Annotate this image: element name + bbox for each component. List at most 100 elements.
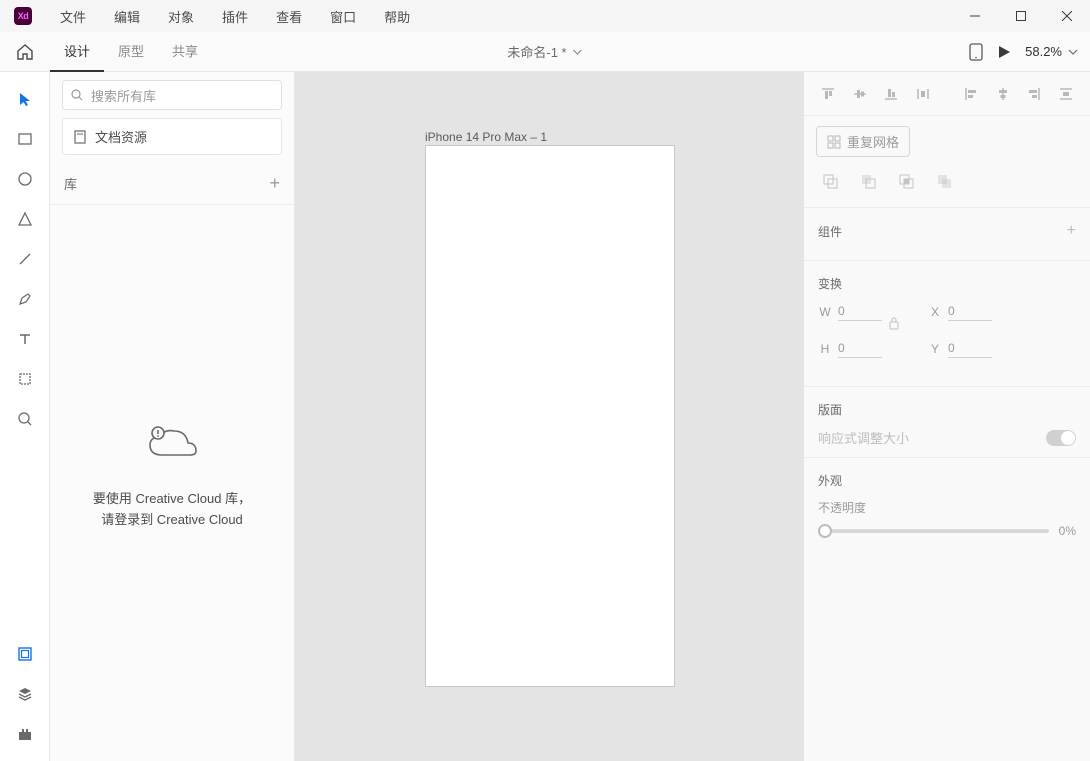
panel-plugins-button[interactable] <box>8 717 42 751</box>
tool-pen[interactable] <box>8 282 42 316</box>
mode-prototype[interactable]: 原型 <box>104 32 158 72</box>
window-controls <box>952 0 1090 32</box>
width-field[interactable]: W0 <box>818 302 882 321</box>
menu-file[interactable]: 文件 <box>46 0 100 32</box>
pen-icon <box>17 291 33 307</box>
tool-zoom[interactable] <box>8 402 42 436</box>
minimize-icon <box>970 11 980 21</box>
close-icon <box>1062 11 1072 21</box>
lock-aspect-button[interactable] <box>888 316 900 330</box>
responsive-label: 响应式调整大小 <box>818 428 909 447</box>
home-button[interactable] <box>0 43 50 61</box>
canvas[interactable]: iPhone 14 Pro Max – 1 <box>295 72 803 761</box>
responsive-toggle[interactable] <box>1046 430 1076 446</box>
search-input[interactable]: 搜索所有库 <box>62 80 282 110</box>
union-icon <box>822 173 838 189</box>
align-right-button[interactable] <box>1020 80 1048 108</box>
opacity-slider[interactable] <box>818 529 1049 533</box>
boolop-subtract[interactable] <box>854 167 882 195</box>
minimize-button[interactable] <box>952 0 998 32</box>
menu-plugins[interactable]: 插件 <box>208 0 262 32</box>
align-left-button[interactable] <box>957 80 985 108</box>
libraries-icon <box>17 646 33 662</box>
boolop-intersect[interactable] <box>892 167 920 195</box>
menu-object[interactable]: 对象 <box>154 0 208 32</box>
tool-polygon[interactable] <box>8 202 42 236</box>
w-label: W <box>818 305 832 319</box>
tool-select[interactable] <box>8 82 42 116</box>
add-library-button[interactable]: + <box>269 173 280 194</box>
tool-rectangle[interactable] <box>8 122 42 156</box>
menu-view[interactable]: 查看 <box>262 0 316 32</box>
y-field[interactable]: Y0 <box>928 339 992 358</box>
menu-window[interactable]: 窗口 <box>316 0 370 32</box>
align-top-button[interactable] <box>814 80 842 108</box>
tool-text[interactable] <box>8 322 42 356</box>
text-icon <box>17 331 33 347</box>
boolop-add[interactable] <box>816 167 844 195</box>
device-preview-button[interactable] <box>969 43 983 61</box>
exclude-icon <box>936 173 952 189</box>
search-placeholder: 搜索所有库 <box>91 86 156 105</box>
distribute-h-button[interactable] <box>1052 80 1080 108</box>
subtract-icon <box>860 173 876 189</box>
tool-ellipse[interactable] <box>8 162 42 196</box>
menu-edit[interactable]: 编辑 <box>100 0 154 32</box>
artboard-icon <box>17 371 33 387</box>
zoom-icon <box>17 411 33 427</box>
align-bottom-button[interactable] <box>878 80 906 108</box>
mode-design[interactable]: 设计 <box>50 32 104 72</box>
cc-message-line1: 要使用 Creative Cloud 库， <box>93 489 251 510</box>
x-field[interactable]: X0 <box>928 302 992 321</box>
artboard[interactable] <box>425 145 675 687</box>
tool-line[interactable] <box>8 242 42 276</box>
play-button[interactable] <box>997 45 1011 59</box>
align-left-icon <box>963 86 979 102</box>
library-label: 库 <box>64 174 77 193</box>
cloud-alert-icon <box>142 425 202 465</box>
menu-help[interactable]: 帮助 <box>370 0 424 32</box>
grid-icon <box>827 135 841 149</box>
document-title[interactable]: 未命名-1 * <box>507 42 582 61</box>
modes: 设计 原型 共享 <box>50 32 212 72</box>
x-label: X <box>928 305 942 319</box>
document-icon <box>73 130 87 144</box>
close-button[interactable] <box>1044 0 1090 32</box>
left-panel: 搜索所有库 文档资源 库 + 要使用 Creative Cloud 库， 请登录… <box>50 72 295 761</box>
doc-assets-item[interactable]: 文档资源 <box>62 118 282 155</box>
align-vcenter-button[interactable] <box>846 80 874 108</box>
artboard-label[interactable]: iPhone 14 Pro Max – 1 <box>425 130 547 144</box>
layers-icon <box>17 686 33 702</box>
distribute-v-button[interactable] <box>909 80 937 108</box>
ellipse-icon <box>17 171 33 187</box>
mode-share[interactable]: 共享 <box>158 32 212 72</box>
chevron-down-icon <box>1068 47 1078 57</box>
panel-libraries-button[interactable] <box>8 637 42 671</box>
boolop-exclude[interactable] <box>930 167 958 195</box>
maximize-button[interactable] <box>998 0 1044 32</box>
w-value: 0 <box>838 302 882 321</box>
transform-section: 变换 W0 X0 H0 Y0 <box>804 261 1090 387</box>
library-header-row: 库 + <box>50 163 294 205</box>
layout-section: 版面 响应式调整大小 <box>804 387 1090 458</box>
cc-message-line2: 请登录到 Creative Cloud <box>93 510 251 531</box>
triangle-icon <box>17 211 33 227</box>
tool-artboard[interactable] <box>8 362 42 396</box>
panel-layers-button[interactable] <box>8 677 42 711</box>
play-icon <box>997 45 1011 59</box>
height-field[interactable]: H0 <box>818 339 882 358</box>
zoom-control[interactable]: 58.2% <box>1025 44 1078 59</box>
rectangle-icon <box>17 131 33 147</box>
modebar-right: 58.2% <box>969 43 1090 61</box>
align-bottom-icon <box>883 86 899 102</box>
xd-logo: Xd <box>14 7 32 25</box>
add-component-button[interactable]: + <box>1067 222 1076 240</box>
component-section: 组件 + <box>804 208 1090 261</box>
y-label: Y <box>928 342 942 356</box>
right-panel: 重复网格 组件 + 变换 W0 X0 <box>803 72 1090 761</box>
align-hcenter-button[interactable] <box>989 80 1017 108</box>
pointer-icon <box>17 91 33 107</box>
repeat-grid-button[interactable]: 重复网格 <box>816 126 910 157</box>
h-value: 0 <box>838 339 882 358</box>
zoom-value: 58.2% <box>1025 44 1062 59</box>
